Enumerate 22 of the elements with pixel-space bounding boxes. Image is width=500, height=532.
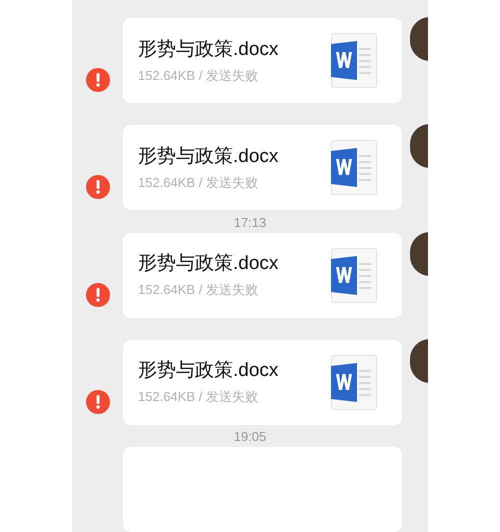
error-icon[interactable]	[86, 68, 110, 92]
file-status: 152.64KB / 发送失败	[138, 68, 259, 84]
error-icon[interactable]	[86, 175, 110, 199]
file-message-bubble[interactable]: 形势与政策.docx 152.64KB / 发送失败	[123, 340, 402, 424]
file-name: 形势与政策.docx	[138, 359, 278, 383]
error-icon[interactable]	[86, 390, 110, 414]
file-message-bubble[interactable]: 形势与政策.docx 152.64KB / 发送失败	[123, 232, 402, 318]
file-status: 152.64KB / 发送失败	[138, 282, 259, 298]
word-document-icon	[331, 354, 377, 410]
file-name: 形势与政策.docx	[138, 144, 278, 168]
file-status: 152.64KB / 发送失败	[138, 174, 259, 190]
file-message-bubble[interactable]: 形势与政策.docx 152.64KB / 发送失败	[123, 18, 402, 103]
file-name: 形势与政策.docx	[138, 38, 278, 62]
word-document-icon	[331, 248, 377, 302]
word-document-icon	[331, 140, 377, 195]
timestamp: 19:05	[234, 428, 266, 446]
file-message-bubble[interactable]: 形势与政策.docx 152.64KB / 发送失败	[123, 125, 402, 210]
error-icon[interactable]	[86, 282, 110, 306]
word-document-icon	[331, 33, 377, 88]
timestamp: 17:13	[234, 214, 266, 232]
file-status: 152.64KB / 发送失败	[138, 389, 259, 405]
file-name: 形势与政策.docx	[138, 252, 278, 276]
